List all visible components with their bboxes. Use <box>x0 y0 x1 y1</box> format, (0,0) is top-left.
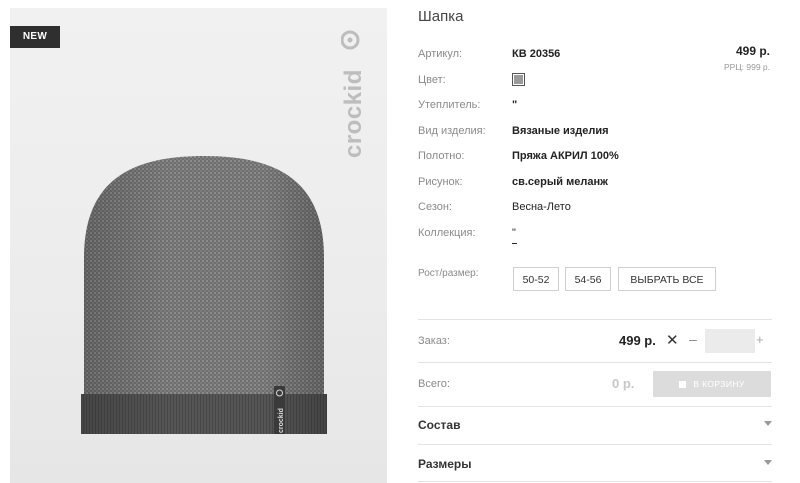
spec-label: Коллекция: <box>418 226 476 239</box>
order-price: 499 р. <box>619 333 656 348</box>
spec-value: " <box>512 99 518 111</box>
product-photo: NEW crockid crockid <box>10 8 387 483</box>
spec-label: Цвет: <box>418 73 446 86</box>
accordion-label: Состав <box>418 418 461 432</box>
size-option-50-52[interactable]: 50-52 <box>513 267 559 291</box>
spec-label: Вид изделия: <box>418 124 486 137</box>
quantity-input[interactable] <box>705 329 755 353</box>
divider <box>418 481 772 482</box>
collection-underline <box>512 242 517 244</box>
total-value: 0 р. <box>612 376 635 391</box>
product-title: Шапка <box>418 8 464 25</box>
spec-row-color: Цвет: <box>418 72 778 100</box>
size-label: Рост/размер: <box>418 268 479 279</box>
spec-value: св.серый меланж <box>512 175 608 188</box>
divider <box>418 362 772 363</box>
accordion-composition[interactable]: Состав <box>418 418 772 438</box>
divider <box>418 406 772 407</box>
size-option-54-56[interactable]: 54-56 <box>565 267 611 291</box>
divider <box>418 319 772 320</box>
increase-quantity-button[interactable]: + <box>756 332 764 347</box>
decrease-quantity-button[interactable]: – <box>689 331 697 347</box>
spec-row-pattern: Рисунок: св.серый меланж <box>418 176 778 202</box>
spec-row-article: Артикул: КВ 20356 <box>418 48 778 74</box>
chevron-down-icon <box>764 460 772 465</box>
spec-list: Артикул: КВ 20356 Цвет: Утеплитель: " Ви… <box>418 48 778 252</box>
new-badge: NEW <box>10 26 60 48</box>
multiply-icon: ✕ <box>666 332 679 349</box>
spec-label: Утеплитель: <box>418 99 481 111</box>
chevron-down-icon <box>764 421 772 426</box>
spec-value: Пряжа АКРИЛ 100% <box>512 150 619 162</box>
order-label: Заказ: <box>418 335 450 347</box>
add-to-cart-label: В КОРЗИНУ <box>693 379 745 389</box>
spec-value: КВ 20356 <box>512 48 561 60</box>
color-swatch[interactable] <box>512 72 525 86</box>
select-all-sizes-button[interactable]: ВЫБРАТЬ ВСЕ <box>618 267 716 291</box>
svg-text:crockid: crockid <box>341 69 367 158</box>
spec-row-insulation: Утеплитель: " <box>418 99 778 125</box>
total-label: Всего: <box>418 378 450 390</box>
spec-label: Полотно: <box>418 150 465 162</box>
brand-logo: crockid <box>341 30 367 158</box>
add-to-cart-button[interactable]: В КОРЗИНУ <box>653 371 771 397</box>
spec-row-type: Вид изделия: Вязаные изделия <box>418 125 778 151</box>
spec-value: Вязаные изделия <box>512 124 609 137</box>
spec-label: Артикул: <box>418 48 463 60</box>
spec-value: " <box>512 226 516 239</box>
accordion-label: Размеры <box>418 457 472 471</box>
cart-icon <box>679 381 687 388</box>
spec-label: Сезон: <box>418 201 452 213</box>
spec-row-fabric: Полотно: Пряжа АКРИЛ 100% <box>418 150 778 176</box>
spec-row-season: Сезон: Весна-Лето <box>418 201 778 227</box>
spec-label: Рисунок: <box>418 175 463 188</box>
divider <box>418 444 772 445</box>
hat-image: crockid <box>81 156 327 434</box>
svg-text:crockid: crockid <box>278 408 285 433</box>
accordion-sizes[interactable]: Размеры <box>418 457 772 477</box>
spec-row-collection: Коллекция: " <box>418 227 778 253</box>
spec-value: Весна-Лето <box>512 201 571 213</box>
